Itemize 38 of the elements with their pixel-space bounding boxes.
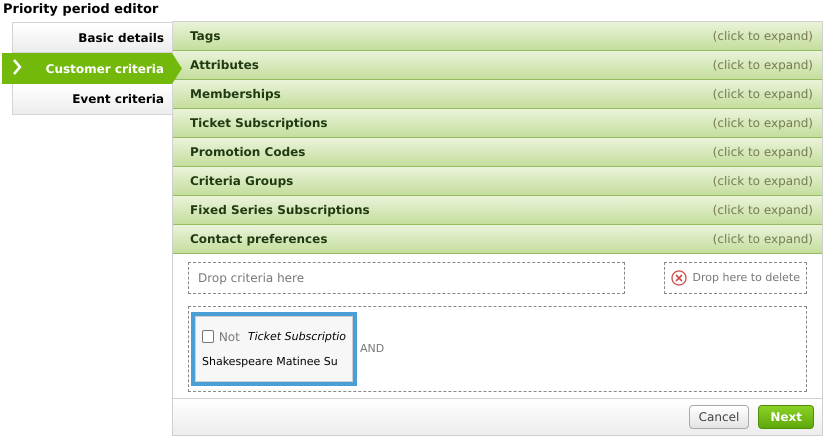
- expand-hint: (click to expand): [712, 57, 813, 74]
- section-title: Ticket Subscriptions: [190, 115, 328, 132]
- criterion-value: Shakespeare Matinee Su: [202, 354, 339, 370]
- section-title: Attributes: [190, 57, 259, 74]
- section-title: Contact preferences: [190, 231, 328, 248]
- accordion-header[interactable]: Tags (click to expand): [173, 22, 822, 51]
- section-title: Promotion Codes: [190, 144, 306, 161]
- expand-hint: (click to expand): [712, 28, 813, 45]
- section-title: Criteria Groups: [190, 173, 294, 190]
- accordion-header[interactable]: Contact preferences (click to expand): [173, 225, 822, 254]
- accordion-header[interactable]: Criteria Groups (click to expand): [173, 167, 822, 196]
- expand-hint: (click to expand): [712, 144, 813, 161]
- expand-hint: (click to expand): [712, 86, 813, 103]
- not-label: Not: [218, 328, 240, 346]
- accordion-header[interactable]: Promotion Codes (click to expand): [173, 138, 822, 167]
- delete-label: Drop here to delete: [692, 270, 800, 286]
- section-title: Tags: [190, 28, 220, 45]
- sidebar-item[interactable]: Event criteria: [12, 84, 173, 115]
- expand-hint: (click to expand): [712, 115, 813, 132]
- expand-hint: (click to expand): [712, 202, 813, 219]
- expand-hint: (click to expand): [712, 231, 813, 248]
- chevron-icon: [12, 59, 22, 75]
- section-title: Fixed Series Subscriptions: [190, 202, 370, 219]
- accordion-header[interactable]: Attributes (click to expand): [173, 51, 822, 80]
- section-title: Memberships: [190, 86, 281, 103]
- accordion-header[interactable]: Fixed Series Subscriptions (click to expand): [173, 196, 822, 225]
- criterion-type: Ticket Subscriptio: [248, 328, 346, 344]
- operator-label: AND: [360, 340, 384, 357]
- accordion-header[interactable]: Ticket Subscriptions (click to expand): [173, 109, 822, 138]
- expand-hint: (click to expand): [712, 173, 813, 190]
- drop-zone: Drop criteria here: [188, 262, 625, 294]
- sidebar-item[interactable]: Basic details: [12, 22, 173, 53]
- not-checkbox[interactable]: [202, 330, 214, 344]
- criterion-card[interactable]: Not Ticket Subscriptio Shakespeare Matinee Su: [191, 312, 357, 386]
- accordion-header[interactable]: Memberships (click to expand): [173, 80, 822, 109]
- page-title: Priority period editor: [3, 1, 158, 19]
- cancel-button[interactable]: Cancel: [688, 405, 750, 429]
- delete-icon: [670, 270, 687, 286]
